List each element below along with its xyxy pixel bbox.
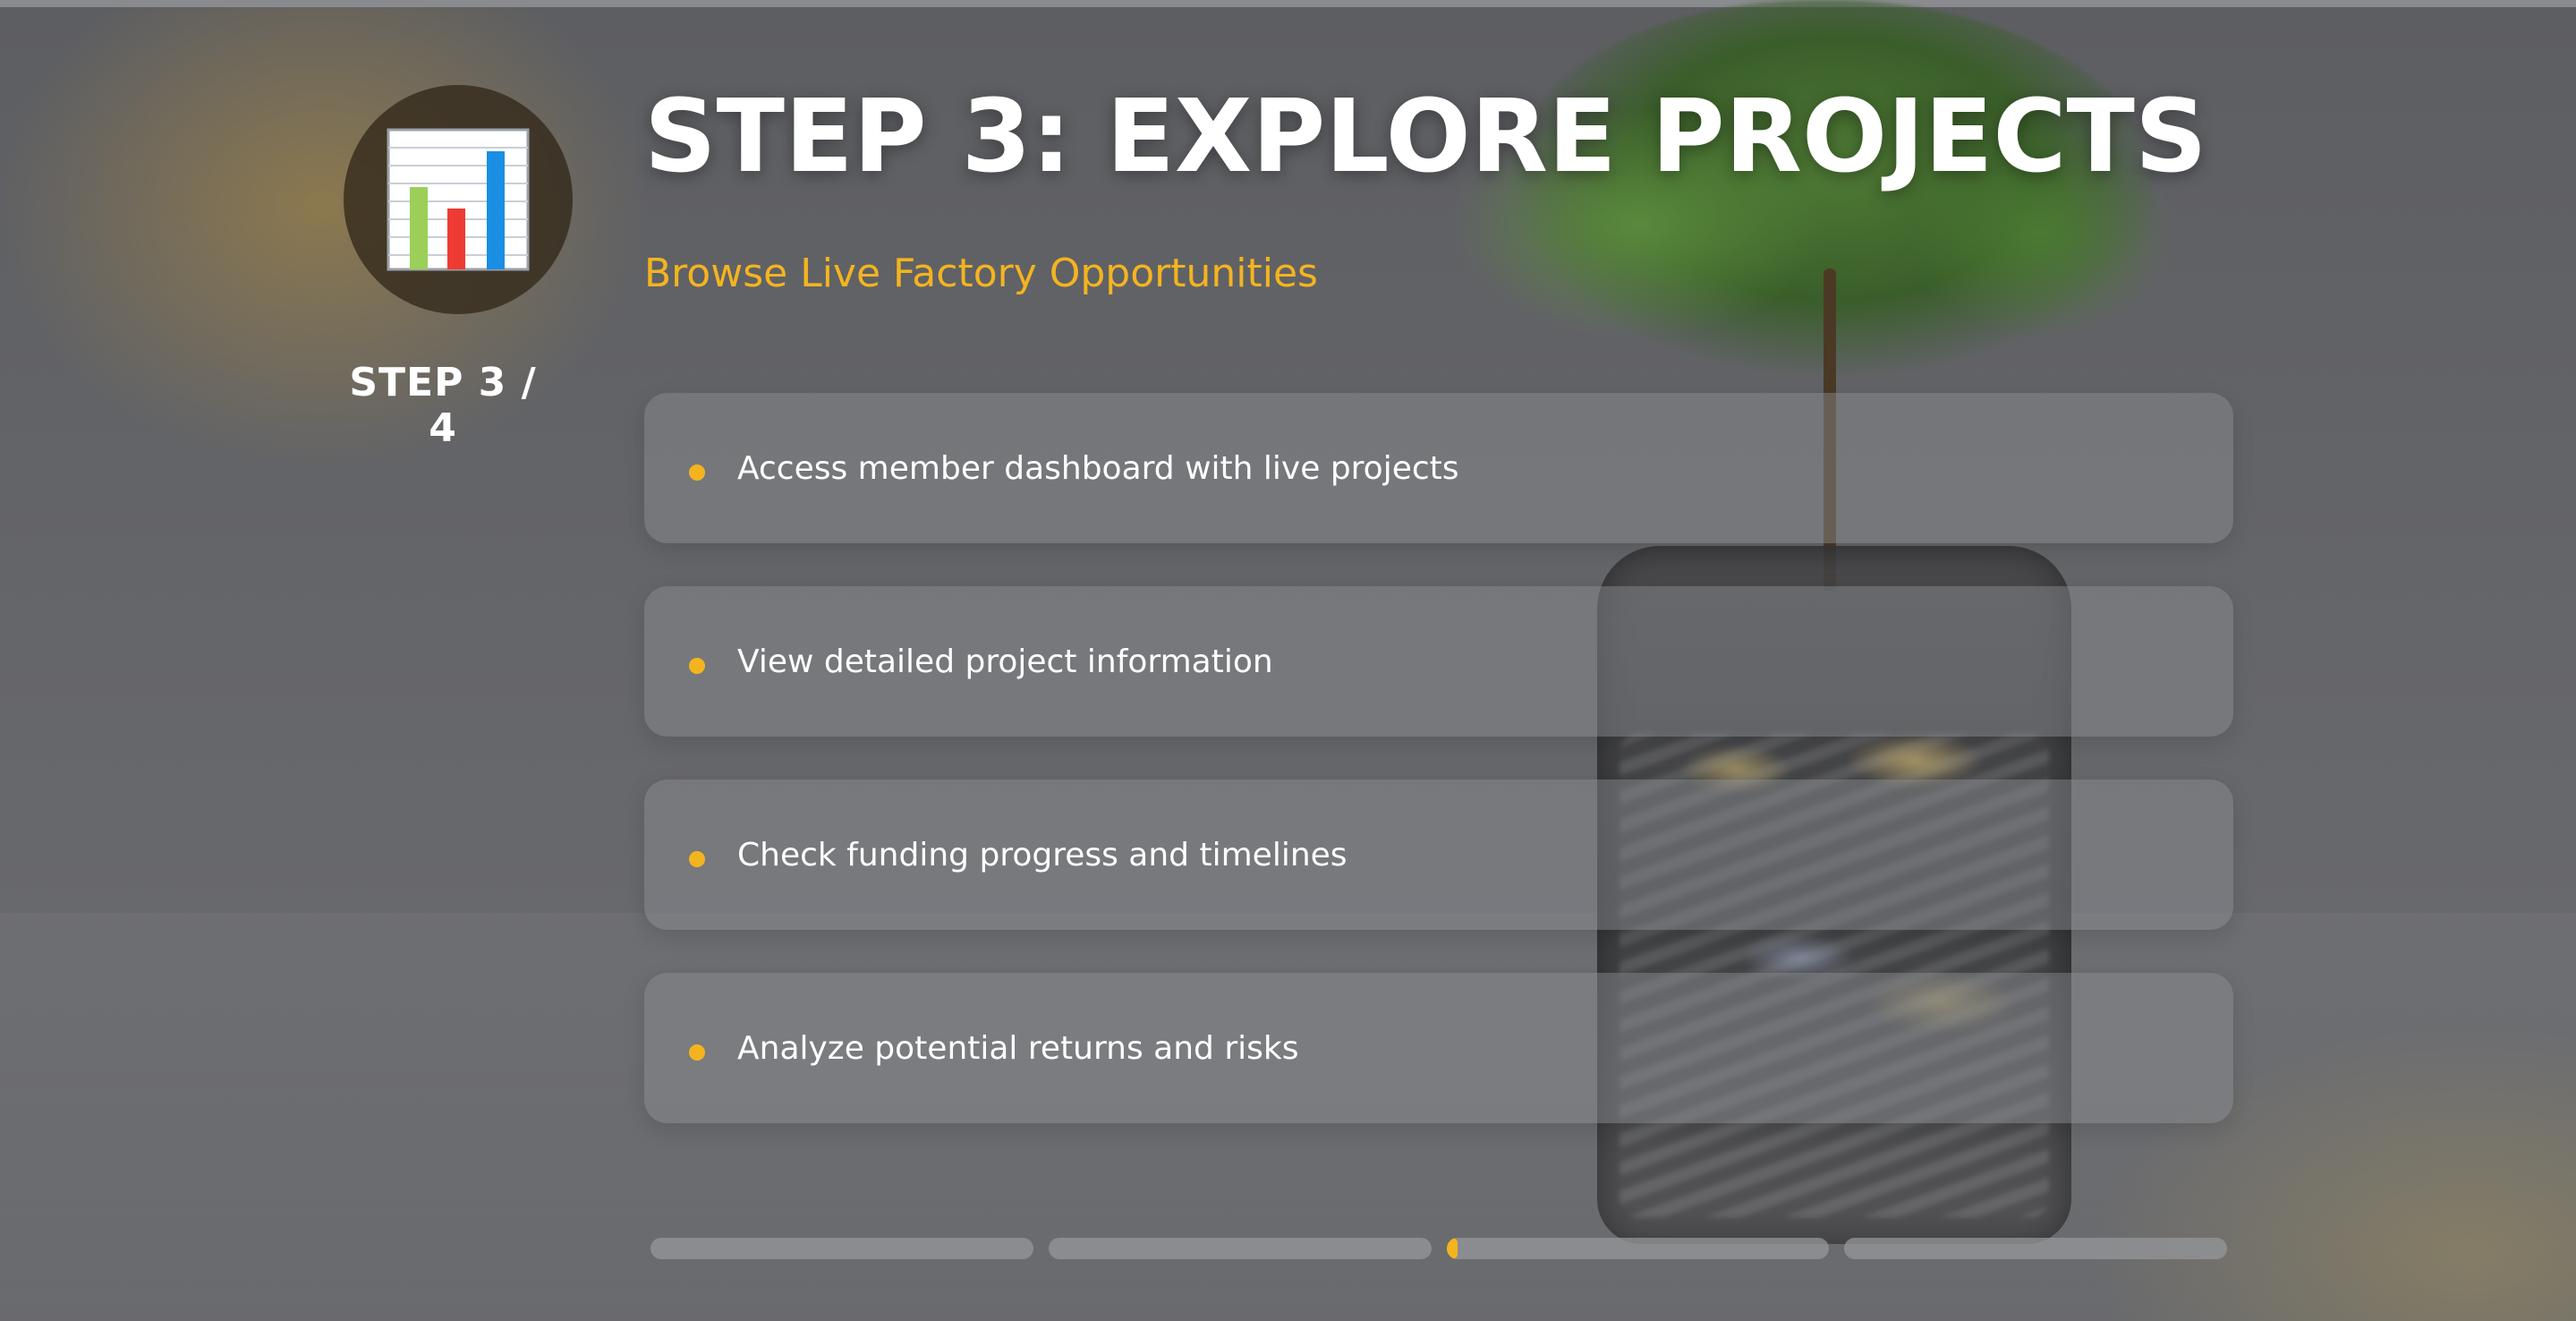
slide: STEP 3 / 4 STEP 3: EXPLORE PROJECTS Brow… xyxy=(0,0,2576,1321)
bullet-icon xyxy=(689,658,705,674)
list-item-text: Check funding progress and timelines xyxy=(737,836,1348,874)
list-item: View detailed project information xyxy=(644,586,2233,737)
list-item-text: Analyze potential returns and risks xyxy=(737,1029,1299,1067)
list-item-text: Access member dashboard with live projec… xyxy=(737,449,1459,487)
progress-fill xyxy=(1446,1238,1458,1259)
progress-segment-2[interactable] xyxy=(1048,1238,1432,1259)
list-item: Analyze potential returns and risks xyxy=(644,973,2233,1123)
bar-chart-icon xyxy=(387,128,530,271)
step-progress-bar xyxy=(650,1238,2227,1259)
bullet-icon xyxy=(689,1044,705,1061)
progress-segment-3[interactable] xyxy=(1446,1238,1830,1259)
step-icon-circle xyxy=(344,85,573,314)
bullet-icon xyxy=(689,464,705,481)
top-border xyxy=(0,0,2576,7)
list-item: Check funding progress and timelines xyxy=(644,780,2233,930)
step-counter: STEP 3 / 4 xyxy=(349,360,537,451)
page-title: STEP 3: EXPLORE PROJECTS xyxy=(644,79,2207,195)
steps-list: Access member dashboard with live projec… xyxy=(644,393,2233,1166)
list-item-text: View detailed project information xyxy=(737,643,1273,680)
page-subtitle: Browse Live Factory Opportunities xyxy=(644,251,1318,296)
bullet-icon xyxy=(689,851,705,867)
progress-segment-4[interactable] xyxy=(1844,1238,2227,1259)
list-item: Access member dashboard with live projec… xyxy=(644,393,2233,543)
progress-segment-1[interactable] xyxy=(650,1238,1033,1259)
